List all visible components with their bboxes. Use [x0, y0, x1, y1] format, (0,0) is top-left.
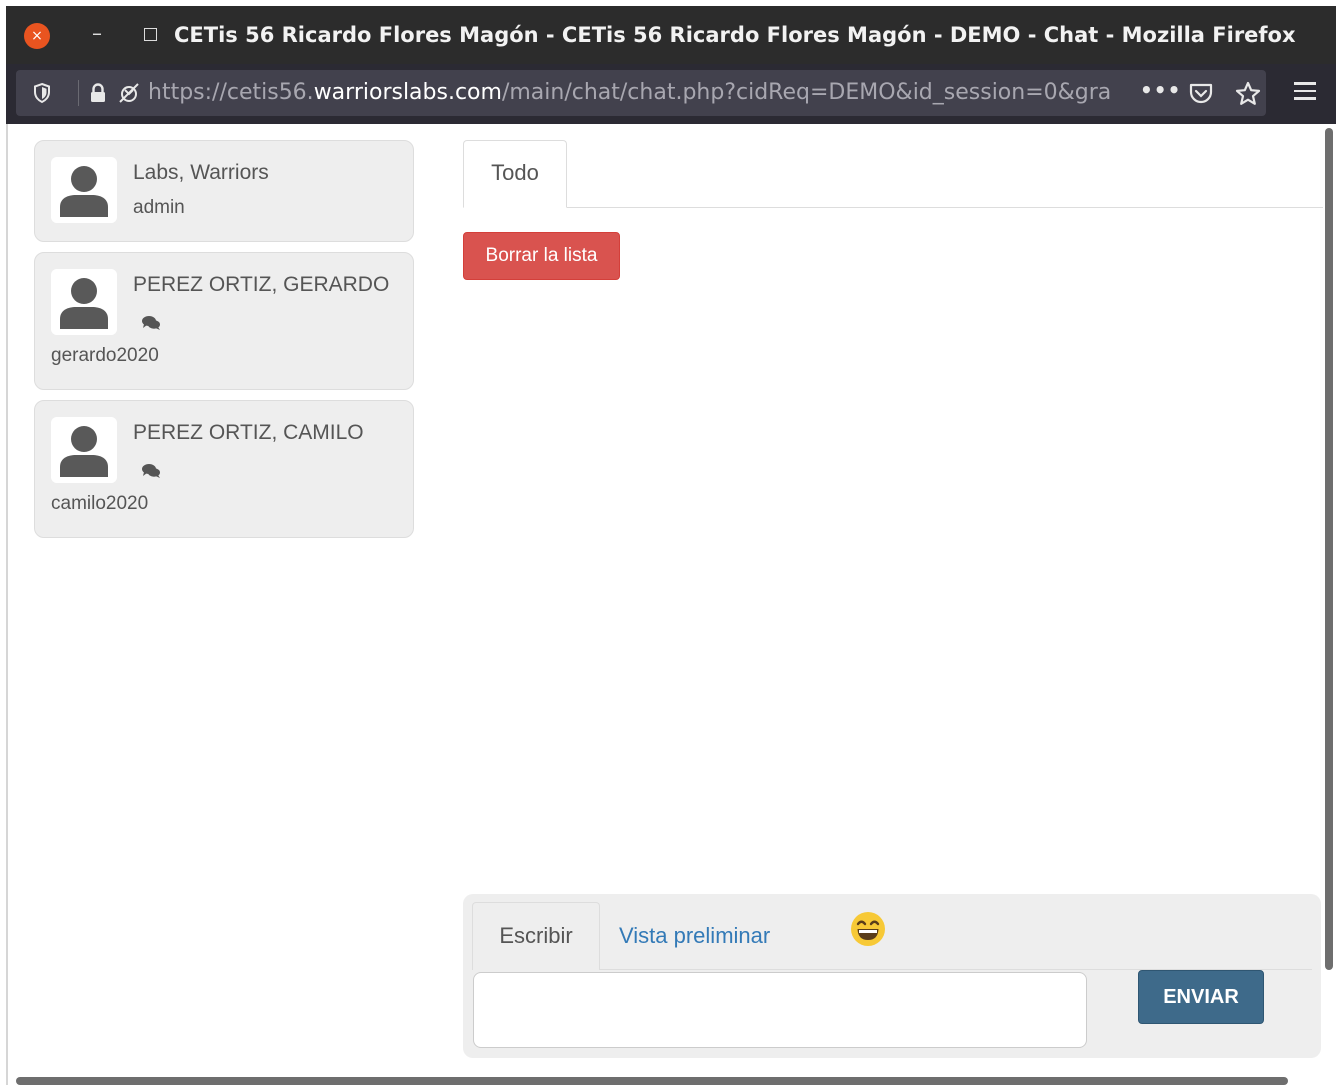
url-path: /main/chat/chat.php?cidReq=DEMO&id_sessi…: [501, 80, 1112, 105]
window-maximize-button[interactable]: [144, 28, 157, 41]
user-name: Labs, Warriors: [133, 161, 269, 184]
tab-all[interactable]: Todo: [463, 140, 567, 208]
url-separator: [78, 80, 79, 106]
permissions-icon[interactable]: [116, 81, 142, 105]
window-titlebar: × – CETis 56 Ricardo Flores Magón - CETi…: [6, 6, 1336, 64]
chat-bubbles-icon[interactable]: [141, 463, 161, 479]
tracking-shield-icon[interactable]: [32, 82, 52, 104]
tabs-divider: [463, 207, 1323, 208]
avatar-icon: [51, 157, 117, 223]
tab-write[interactable]: Escribir: [472, 902, 600, 970]
avatar-icon: [51, 417, 117, 483]
user-card[interactable]: Labs, Warriors admin: [34, 140, 414, 242]
clear-list-button[interactable]: Borrar la lista: [463, 232, 620, 280]
pocket-icon[interactable]: [1188, 81, 1214, 105]
bookmark-star-icon[interactable]: [1234, 80, 1262, 108]
browser-navbar: https://cetis56.warriorslabs.com/main/ch…: [6, 64, 1336, 124]
user-card[interactable]: PEREZ ORTIZ, GERARDO gerardo2020: [34, 252, 414, 390]
user-name: PEREZ ORTIZ, GERARDO: [133, 273, 390, 296]
chat-page: Labs, Warriors admin PEREZ ORTIZ, GERARD…: [6, 124, 1336, 1085]
user-username: admin: [133, 197, 185, 218]
url-text[interactable]: https://cetis56.warriorslabs.com/main/ch…: [148, 80, 1138, 106]
chat-bubbles-icon[interactable]: [141, 315, 161, 331]
horizontal-scrollbar[interactable]: [16, 1077, 1288, 1085]
user-card[interactable]: PEREZ ORTIZ, CAMILO camilo2020: [34, 400, 414, 538]
window-minimize-button[interactable]: –: [88, 18, 106, 48]
send-button[interactable]: ENVIAR: [1138, 970, 1264, 1024]
url-prefix: https://cetis56.: [148, 80, 314, 105]
vertical-scrollbar[interactable]: [1325, 128, 1333, 970]
tab-preview[interactable]: Vista preliminar: [619, 902, 819, 970]
message-input[interactable]: [473, 972, 1087, 1048]
user-username: camilo2020: [51, 493, 149, 514]
emoji-picker-icon[interactable]: [849, 910, 887, 948]
user-name: PEREZ ORTIZ, CAMILO: [133, 421, 364, 444]
user-username: gerardo2020: [51, 345, 159, 366]
url-domain: warriorslabs.com: [313, 80, 502, 105]
hamburger-menu-icon[interactable]: [1294, 82, 1316, 102]
url-bar[interactable]: https://cetis56.warriorslabs.com/main/ch…: [16, 70, 1266, 116]
lock-icon[interactable]: [88, 82, 108, 104]
window-title: CETis 56 Ricardo Flores Magón - CETis 56…: [174, 23, 1296, 47]
avatar-icon: [51, 269, 117, 335]
message-composer: Escribir Vista preliminar ENVIAR: [463, 894, 1321, 1058]
window-close-button[interactable]: ×: [24, 23, 50, 49]
page-actions-more-icon[interactable]: •••: [1140, 78, 1180, 102]
